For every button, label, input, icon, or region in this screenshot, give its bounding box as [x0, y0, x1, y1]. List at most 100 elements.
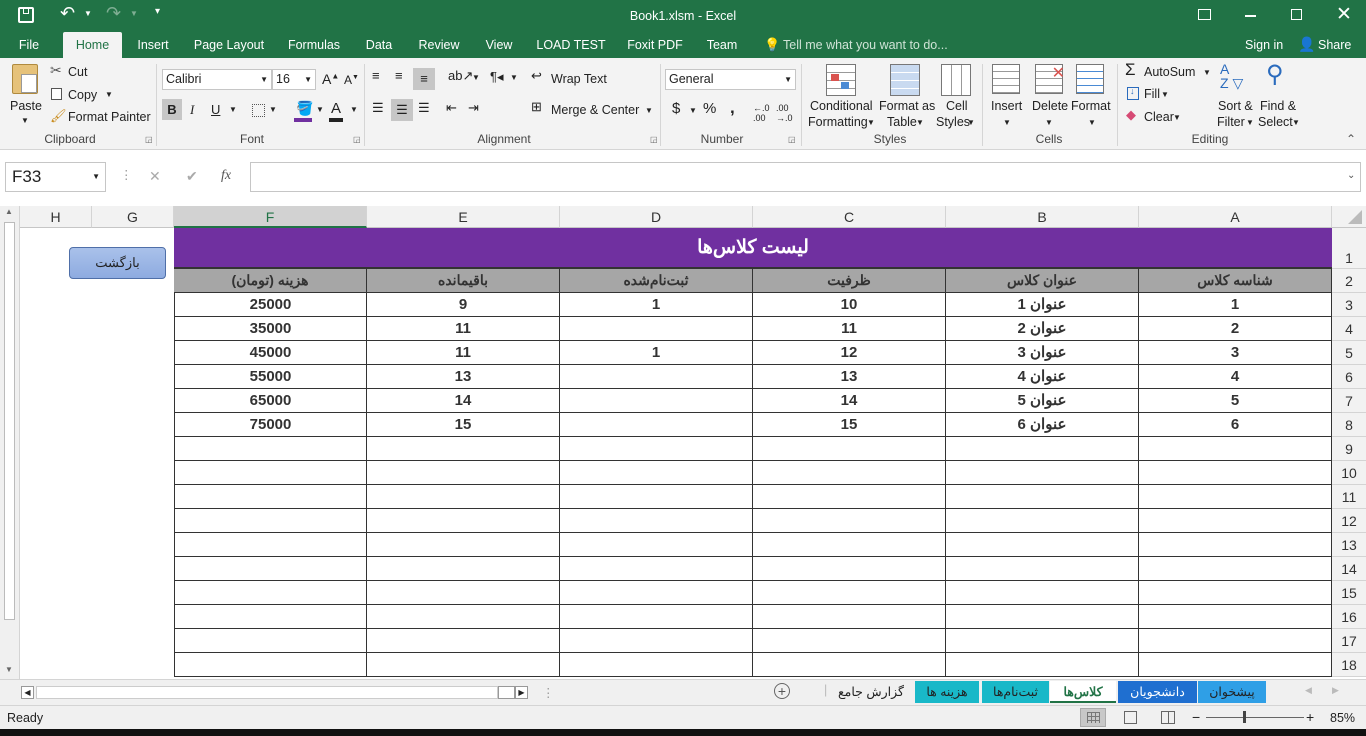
- cell-styles-button[interactable]: Cell: [946, 99, 968, 113]
- table-header-cell[interactable]: باقیمانده: [367, 269, 560, 293]
- empty-cell[interactable]: [753, 533, 946, 557]
- empty-cell[interactable]: [753, 557, 946, 581]
- minimize-icon[interactable]: [1245, 15, 1256, 17]
- table-cell[interactable]: 4: [1139, 365, 1332, 389]
- rtl-dropdown-icon[interactable]: ▼: [510, 73, 518, 82]
- table-cell[interactable]: 6: [1139, 413, 1332, 437]
- table-cell[interactable]: 25000: [174, 293, 367, 317]
- empty-cell[interactable]: [946, 485, 1139, 509]
- tab-file[interactable]: File: [10, 32, 48, 58]
- empty-cell[interactable]: [367, 605, 560, 629]
- underline-button[interactable]: U: [211, 102, 220, 117]
- sheet-tab[interactable]: ثبت‌نام‌ها: [982, 681, 1049, 703]
- h-scroll-thumb[interactable]: [498, 686, 515, 699]
- tab-home[interactable]: Home: [63, 32, 122, 58]
- empty-cell[interactable]: [560, 653, 753, 677]
- font-color-dropdown-icon[interactable]: ▼: [350, 105, 358, 114]
- fill-button[interactable]: Fill: [1144, 87, 1160, 101]
- bottom-align-icon[interactable]: ≡: [413, 68, 435, 90]
- tab-page-layout[interactable]: Page Layout: [188, 32, 270, 58]
- format-dropdown-icon[interactable]: ▼: [1088, 118, 1096, 127]
- empty-cell[interactable]: [1139, 509, 1332, 533]
- autosum-button[interactable]: AutoSum: [1144, 65, 1195, 79]
- scroll-thumb[interactable]: [4, 222, 15, 620]
- table-cell[interactable]: 10: [753, 293, 946, 317]
- empty-cell[interactable]: [946, 461, 1139, 485]
- table-cell[interactable]: 11: [367, 341, 560, 365]
- empty-cell[interactable]: [1139, 461, 1332, 485]
- empty-cell[interactable]: [946, 533, 1139, 557]
- tab-data[interactable]: Data: [360, 32, 398, 58]
- font-launcher-icon[interactable]: ◲: [353, 135, 361, 144]
- number-format-select[interactable]: General ▼: [665, 69, 796, 90]
- fill-color-icon[interactable]: 🪣: [296, 100, 313, 117]
- column-header-b[interactable]: B: [946, 206, 1139, 228]
- scroll-down-icon[interactable]: ▼: [5, 665, 13, 674]
- sort-filter-icon[interactable]: AZ ▽: [1220, 62, 1243, 90]
- empty-cell[interactable]: [560, 461, 753, 485]
- italic-button[interactable]: I: [190, 102, 194, 118]
- borders-dropdown-icon[interactable]: ▼: [269, 105, 277, 114]
- customize-qat-icon[interactable]: ▾: [155, 6, 160, 17]
- fill-icon[interactable]: ↓: [1127, 86, 1139, 100]
- paste-icon[interactable]: [12, 64, 38, 94]
- empty-cell[interactable]: [367, 485, 560, 509]
- tell-me-input[interactable]: Tell me what you want to do...: [783, 38, 948, 52]
- table-header-cell[interactable]: ثبت‌نام‌شده: [560, 269, 753, 293]
- decrease-indent-icon[interactable]: ⇤: [446, 100, 457, 116]
- table-cell[interactable]: عنوان 1: [946, 293, 1139, 317]
- empty-cell[interactable]: [367, 533, 560, 557]
- column-header-h[interactable]: H: [20, 206, 92, 228]
- vertical-scrollbar[interactable]: ▲ ▼: [0, 206, 20, 679]
- table-cell[interactable]: [560, 413, 753, 437]
- formula-input[interactable]: [250, 162, 1361, 192]
- row-header[interactable]: 6: [1332, 365, 1366, 389]
- empty-cell[interactable]: [174, 485, 367, 509]
- name-box[interactable]: F33 ▼: [5, 162, 106, 192]
- cell-styles-dropdown-icon[interactable]: ▼: [967, 118, 975, 127]
- currency-dropdown-icon[interactable]: ▼: [689, 106, 697, 115]
- table-cell[interactable]: 75000: [174, 413, 367, 437]
- delete-cells-icon[interactable]: ✕: [1035, 64, 1065, 94]
- delete-cells-button[interactable]: Delete: [1032, 99, 1068, 113]
- table-cell[interactable]: عنوان 2: [946, 317, 1139, 341]
- empty-cell[interactable]: [367, 509, 560, 533]
- empty-cell[interactable]: [946, 629, 1139, 653]
- empty-cell[interactable]: [367, 653, 560, 677]
- row-header[interactable]: 11: [1332, 485, 1366, 509]
- row-header[interactable]: 5: [1332, 341, 1366, 365]
- row-header[interactable]: 2: [1332, 269, 1366, 293]
- empty-cell[interactable]: [946, 605, 1139, 629]
- empty-cell[interactable]: [367, 629, 560, 653]
- format-as-table-button[interactable]: Format as: [879, 99, 935, 113]
- scroll-up-icon[interactable]: ▲: [5, 207, 13, 216]
- empty-cell[interactable]: [753, 605, 946, 629]
- borders-icon[interactable]: [252, 104, 265, 117]
- table-cell[interactable]: 1: [560, 341, 753, 365]
- percent-button[interactable]: %: [703, 100, 716, 117]
- table-header-cell[interactable]: هزینه (تومان): [174, 269, 367, 293]
- table-cell[interactable]: 5: [1139, 389, 1332, 413]
- table-cell[interactable]: عنوان 3: [946, 341, 1139, 365]
- empty-cell[interactable]: [560, 629, 753, 653]
- table-cell[interactable]: 2: [1139, 317, 1332, 341]
- empty-cell[interactable]: [1139, 557, 1332, 581]
- zoom-out-icon[interactable]: −: [1192, 709, 1200, 725]
- restore-icon[interactable]: [1291, 9, 1302, 20]
- row-header[interactable]: 9: [1332, 437, 1366, 461]
- tab-load-test[interactable]: LOAD TEST: [532, 32, 610, 58]
- empty-cell[interactable]: [946, 581, 1139, 605]
- autosum-dropdown-icon[interactable]: ▼: [1203, 68, 1211, 77]
- save-icon[interactable]: [18, 7, 34, 23]
- normal-view-icon[interactable]: [1080, 708, 1106, 727]
- empty-cell[interactable]: [1139, 581, 1332, 605]
- table-cell[interactable]: عنوان 4: [946, 365, 1139, 389]
- table-cell[interactable]: 14: [367, 389, 560, 413]
- wrap-text-icon[interactable]: ↩: [531, 68, 542, 84]
- empty-cell[interactable]: [1139, 437, 1332, 461]
- share-icon[interactable]: 👤: [1298, 36, 1315, 53]
- empty-cell[interactable]: [560, 485, 753, 509]
- table-cell[interactable]: 9: [367, 293, 560, 317]
- fat-dropdown-icon[interactable]: ▼: [916, 118, 924, 127]
- paste-button[interactable]: Paste: [10, 99, 42, 113]
